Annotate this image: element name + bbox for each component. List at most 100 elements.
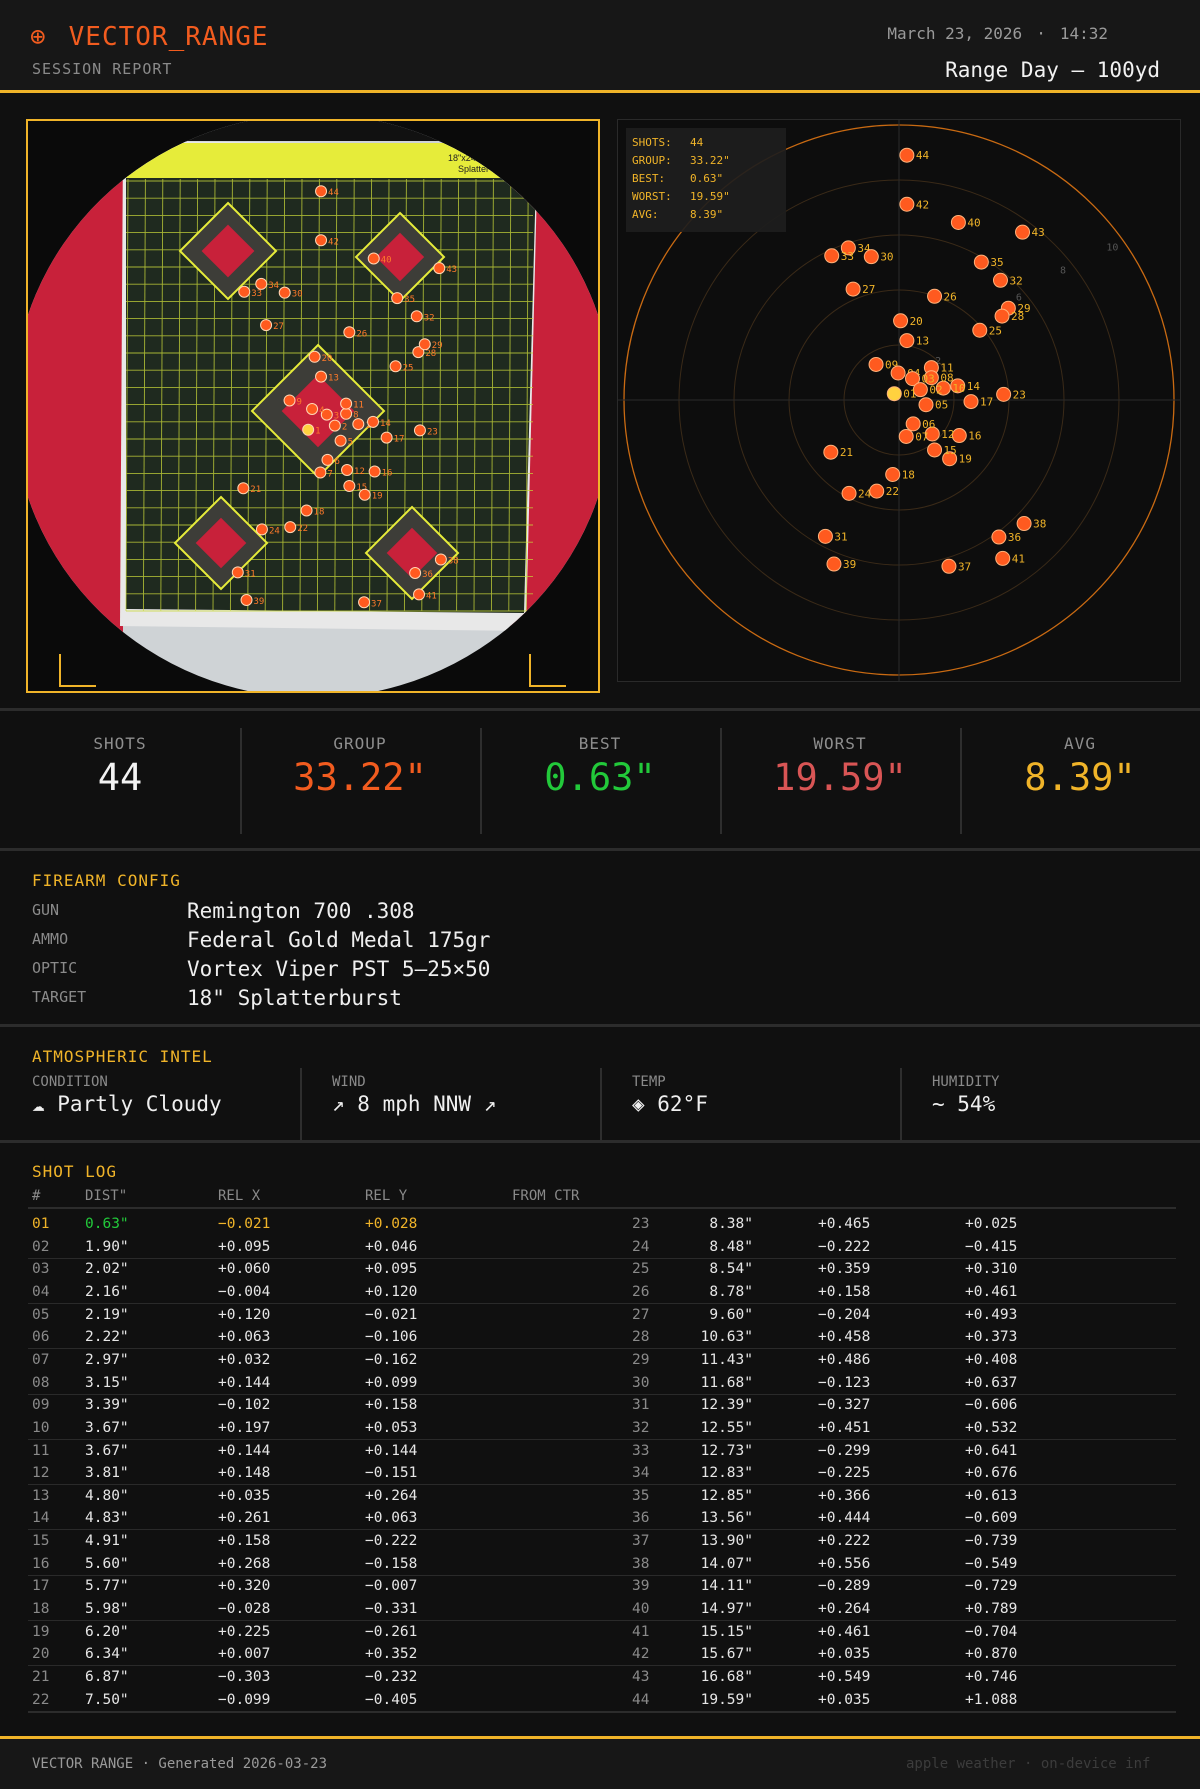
log-cell-rely: +0.120 xyxy=(365,1283,418,1300)
log-cell-num: 08 xyxy=(32,1374,50,1391)
log-cell-dist: 8.54" xyxy=(709,1261,753,1278)
log-cell-num: 09 xyxy=(32,1397,50,1414)
section-divider xyxy=(0,1024,1200,1027)
log-cell-rely: +0.310 xyxy=(965,1261,1018,1278)
log-cell-dist: 6.20" xyxy=(85,1623,129,1640)
log-row: 19 6.20" +0.225 −0.261 41 15.15" +0.461 −0.704 xyxy=(28,1621,1176,1643)
shot-dispersion-plot[interactable]: 246810 444342414039383736353433323130292… xyxy=(617,119,1181,682)
photo-shot-label: 44 xyxy=(328,188,339,198)
log-cell-rely: +0.158 xyxy=(365,1397,418,1414)
photo-shot-label: 14 xyxy=(380,419,391,429)
stat-avg: AVG 8.39" xyxy=(960,712,1200,846)
photo-shot-marker xyxy=(367,415,380,428)
log-cell-relx: +0.148 xyxy=(218,1465,271,1482)
log-cell-relx: +0.035 xyxy=(818,1646,871,1663)
shot-marker xyxy=(817,528,833,544)
log-row: 06 2.22" +0.063 −0.106 28 10.63" +0.458 +0.373 xyxy=(28,1326,1176,1350)
shot-marker-label: 30 xyxy=(880,251,893,264)
dispersion-plot-canvas: 246810 444342414039383736353433323130292… xyxy=(618,120,1180,681)
atmo-humidity: HUMIDITY ~ 54% xyxy=(932,1070,1200,1140)
stat-group-value: 33.22" xyxy=(293,756,427,799)
config-key: AMMO xyxy=(32,930,69,948)
atmospheric-title: ATMOSPHERIC INTEL xyxy=(32,1047,213,1066)
photo-shot-label: 4 xyxy=(319,406,324,416)
log-cell-rely: +0.870 xyxy=(965,1646,1018,1663)
session-time: 14:32 xyxy=(1059,24,1108,43)
shot-marker xyxy=(992,272,1008,288)
summary-value: 0.63" xyxy=(690,172,723,185)
log-cell-dist: 6.87" xyxy=(85,1669,129,1685)
shot-marker xyxy=(899,196,915,212)
photo-shot-marker xyxy=(340,407,353,420)
log-cell-dist: 10.63" xyxy=(700,1329,753,1346)
summary-value: 8.39" xyxy=(690,208,723,221)
log-cell-relx: −0.004 xyxy=(218,1283,271,1300)
footer-source: apple weather · on-device inf xyxy=(906,1756,1151,1772)
log-cell-rely: +0.746 xyxy=(965,1669,1018,1685)
shot-marker-label: 31 xyxy=(834,530,847,543)
target-photo[interactable]: 18"x24" Sight In Splatter Target 1234567… xyxy=(26,119,600,693)
photo-shot-marker xyxy=(300,504,313,517)
shot-marker xyxy=(994,308,1010,324)
log-cell-dist: 14.97" xyxy=(700,1601,753,1618)
report-subtitle: SESSION REPORT xyxy=(32,60,173,78)
log-cell-rely: −0.415 xyxy=(965,1238,1018,1255)
log-cell-rely: +0.637 xyxy=(965,1374,1018,1391)
shot-marker xyxy=(905,416,921,432)
log-row: 07 2.97" +0.032 −0.162 29 11.43" +0.486 +0.408 xyxy=(28,1349,1176,1371)
log-cell-dist: 0.63" xyxy=(85,1216,129,1232)
shot-marker xyxy=(927,442,943,458)
log-cell-relx: −0.303 xyxy=(218,1669,271,1685)
log-cell-relx: −0.123 xyxy=(818,1374,871,1391)
shot-marker-label: 05 xyxy=(935,399,948,412)
shot-marker xyxy=(950,214,966,230)
photo-shot-label: 16 xyxy=(382,469,393,479)
session-name: Range Day — 100yd xyxy=(945,58,1160,82)
log-row: 15 4.91" +0.158 −0.222 37 13.90" +0.222 −0.739 xyxy=(28,1530,1176,1552)
log-cell-num: 44 xyxy=(632,1691,650,1708)
shot-markers: 4443424140393837363534333231302928272625… xyxy=(817,147,1046,574)
shot-marker xyxy=(890,365,906,381)
photo-shot-label: 13 xyxy=(328,374,339,384)
photo-shot-label: 38 xyxy=(448,557,459,567)
shot-marker-label: 17 xyxy=(980,396,993,409)
photo-shot-label: 3 xyxy=(334,412,339,422)
log-cell-relx: −0.021 xyxy=(218,1216,271,1232)
photo-shot-marker xyxy=(260,319,273,332)
log-cell-relx: +0.063 xyxy=(218,1329,271,1346)
shot-marker-label: 32 xyxy=(1009,274,1022,287)
photo-shot-label: 18 xyxy=(314,507,325,517)
log-header-rely: REL Y xyxy=(365,1188,408,1204)
log-cell-num: 32 xyxy=(632,1419,650,1436)
atmo-divider xyxy=(900,1068,902,1140)
log-cell-num: 15 xyxy=(32,1533,50,1550)
log-cell-dist: 8.38" xyxy=(709,1216,753,1232)
photo-shot-marker xyxy=(240,594,253,607)
log-cell-num: 36 xyxy=(632,1510,650,1527)
shot-marker xyxy=(824,248,840,264)
photo-shot-marker xyxy=(315,185,328,198)
log-cell-num: 21 xyxy=(32,1669,50,1685)
log-cell-rely: +0.352 xyxy=(365,1646,418,1663)
stat-worst: WORST 19.59" xyxy=(720,712,960,846)
shot-marker-label: 19 xyxy=(959,453,972,466)
atmo-key: TEMP xyxy=(632,1074,666,1090)
log-cell-dist: 8.78" xyxy=(709,1283,753,1300)
log-cell-relx: +0.359 xyxy=(818,1261,871,1278)
photo-shot-label: 20 xyxy=(322,354,333,364)
log-cell-dist: 3.15" xyxy=(85,1374,129,1391)
photo-shot-marker xyxy=(278,286,291,299)
summary-key: GROUP: xyxy=(632,154,672,167)
photo-shot-marker xyxy=(367,252,380,265)
stat-group: GROUP 33.22" xyxy=(240,712,480,846)
log-cell-dist: 8.48" xyxy=(709,1238,753,1255)
photo-shot-label: 34 xyxy=(268,281,279,291)
photo-shot-marker xyxy=(238,285,251,298)
log-cell-num: 35 xyxy=(632,1487,650,1504)
log-cell-num: 23 xyxy=(632,1216,650,1232)
photo-shot-marker xyxy=(315,234,328,247)
log-cell-num: 41 xyxy=(632,1623,650,1640)
log-cell-dist: 16.68" xyxy=(700,1669,753,1685)
log-cell-num: 16 xyxy=(32,1555,50,1572)
photo-shot-marker xyxy=(328,419,341,432)
